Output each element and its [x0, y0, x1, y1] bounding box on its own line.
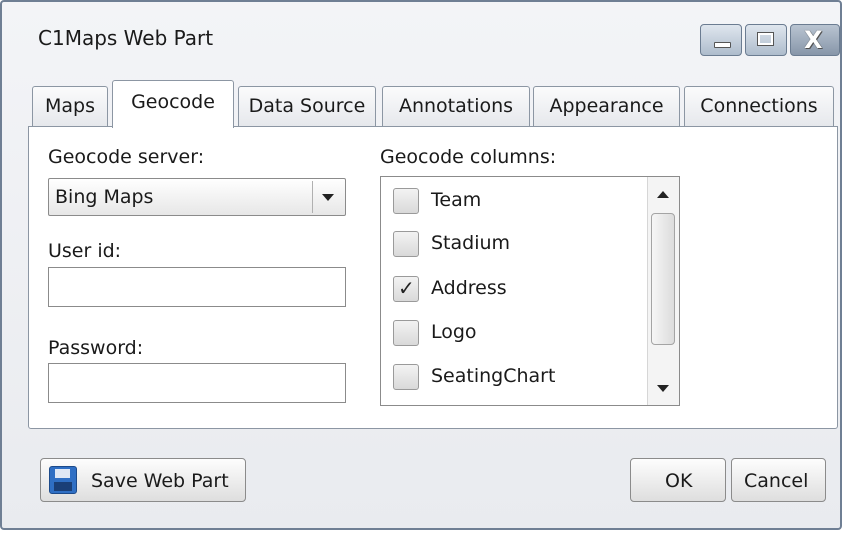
tab-label: Annotations: [398, 95, 514, 117]
minimize-button[interactable]: [700, 24, 742, 56]
cancel-label: Cancel: [744, 470, 809, 492]
close-button[interactable]: X: [790, 24, 840, 56]
tab-annotations[interactable]: Annotations: [382, 86, 530, 126]
chevron-down-icon[interactable]: [312, 181, 343, 213]
tab-connections[interactable]: Connections: [684, 86, 834, 126]
save-web-part-button[interactable]: Save Web Part: [40, 458, 246, 502]
floppy-disk-icon: [49, 466, 77, 494]
checkbox[interactable]: [393, 231, 419, 257]
checkbox[interactable]: [393, 320, 419, 346]
close-icon: X: [804, 26, 823, 54]
user-id-label: User id:: [48, 240, 122, 262]
checkbox[interactable]: [393, 188, 419, 214]
geocode-columns-list[interactable]: Team Stadium ✓ Address Logo SeatingChart: [380, 176, 680, 406]
tab-label: Appearance: [549, 95, 664, 117]
ok-label: OK: [665, 470, 693, 492]
tab-label: Maps: [45, 95, 95, 117]
tab-label: Connections: [700, 95, 818, 117]
minimize-icon: [714, 42, 731, 48]
tab-label: Geocode: [131, 91, 215, 113]
column-item-label: SeatingChart: [431, 365, 556, 387]
column-item-label: Address: [431, 277, 507, 299]
checkbox[interactable]: ✓: [393, 276, 419, 302]
scrollbar-thumb[interactable]: [651, 213, 675, 345]
column-item-label: Stadium: [431, 232, 511, 254]
scroll-up-icon[interactable]: [657, 191, 669, 198]
geocode-server-label: Geocode server:: [48, 146, 205, 168]
geocode-server-value: Bing Maps: [55, 186, 154, 208]
cancel-button[interactable]: Cancel: [731, 458, 826, 502]
tab-geocode[interactable]: Geocode: [112, 80, 234, 128]
column-item-label: Logo: [431, 321, 477, 343]
save-web-part-label: Save Web Part: [91, 470, 229, 492]
ok-button[interactable]: OK: [630, 458, 726, 502]
window-title: C1Maps Web Part: [38, 26, 214, 50]
tab-appearance[interactable]: Appearance: [533, 86, 680, 126]
user-id-input[interactable]: [48, 267, 346, 307]
tab-data-source[interactable]: Data Source: [238, 86, 376, 126]
geocode-columns-label: Geocode columns:: [380, 146, 557, 168]
column-item-label: Team: [431, 189, 482, 211]
maximize-icon: [757, 32, 774, 46]
disk-label-area: [54, 482, 72, 491]
password-label: Password:: [48, 337, 144, 359]
disk-shutter: [55, 469, 70, 478]
password-input[interactable]: [48, 363, 346, 403]
checkbox[interactable]: [393, 364, 419, 390]
tab-label: Data Source: [248, 95, 366, 117]
tab-maps[interactable]: Maps: [32, 86, 108, 126]
scroll-down-icon[interactable]: [657, 385, 669, 392]
geocode-server-select[interactable]: Bing Maps: [48, 178, 346, 216]
scrollbar[interactable]: [647, 177, 679, 405]
title-bar[interactable]: C1Maps Web Part X: [2, 2, 840, 74]
maximize-button[interactable]: [745, 24, 787, 56]
checkmark-icon: ✓: [398, 276, 415, 300]
